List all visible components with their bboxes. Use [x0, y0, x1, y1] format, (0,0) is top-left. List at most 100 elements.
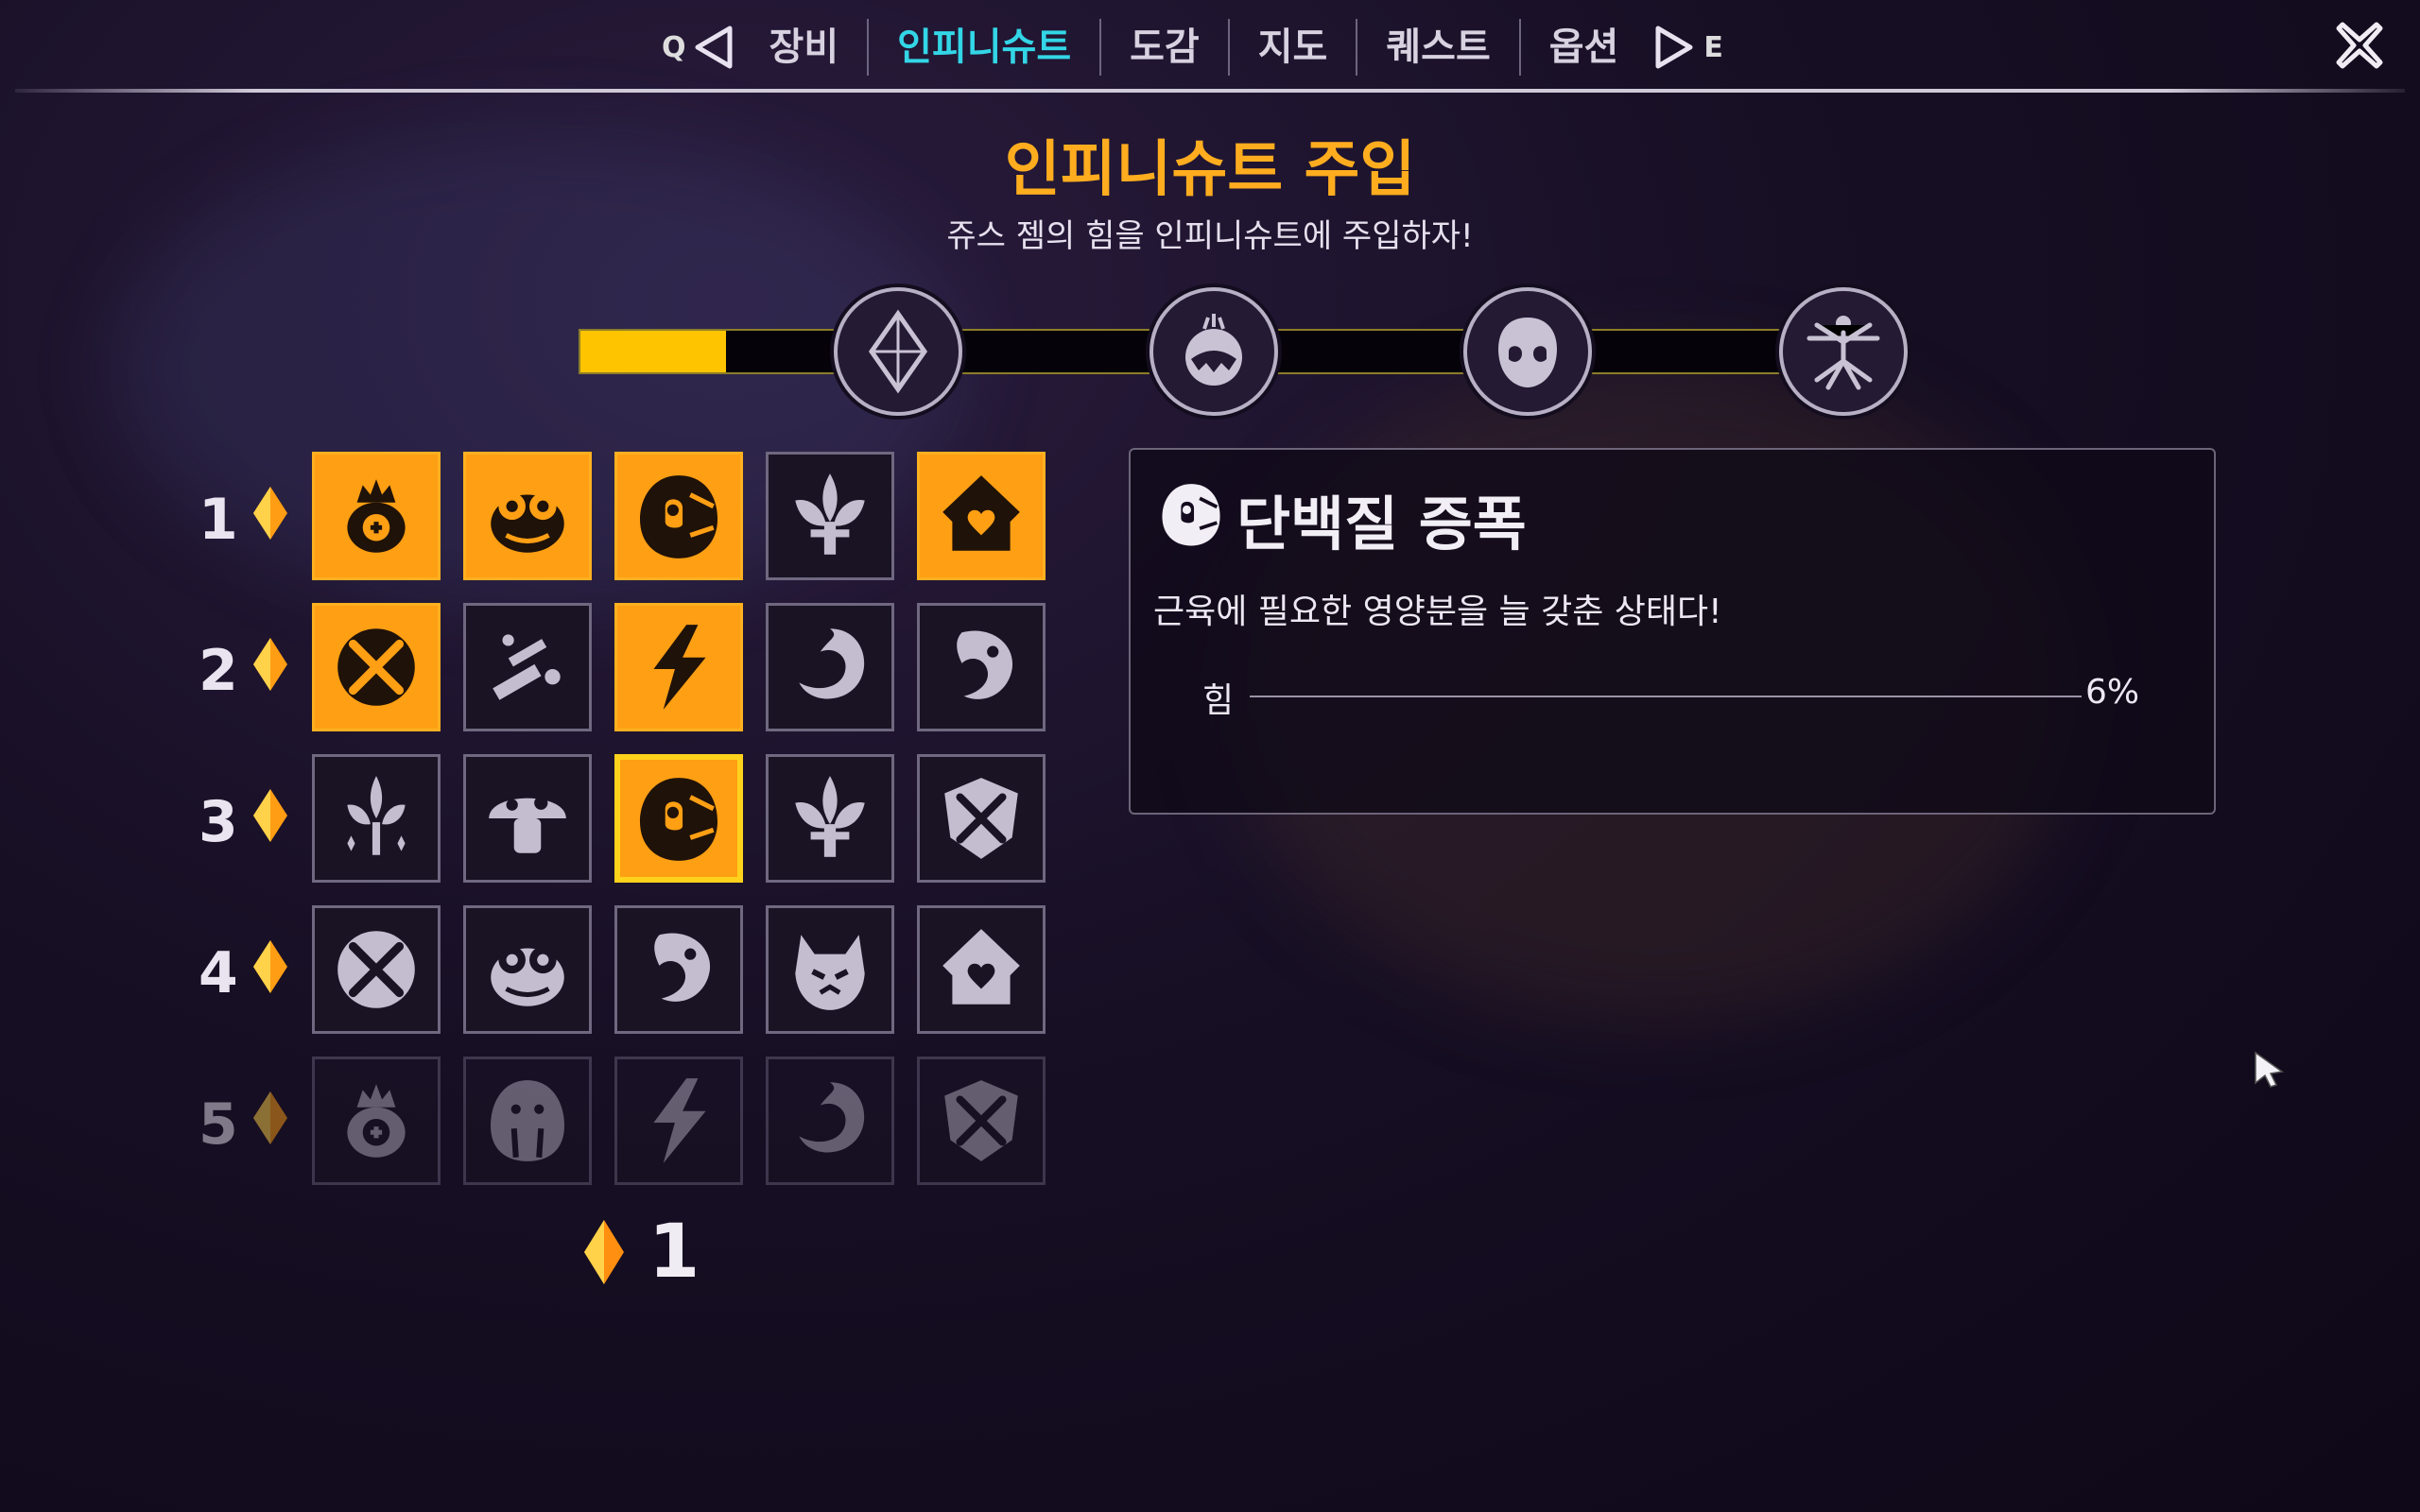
helmet-icon: [1162, 484, 1220, 546]
skill-cell-r1-c5[interactable]: [917, 452, 1046, 580]
row-number: 4: [199, 940, 238, 1006]
skill-cell-r4-c1[interactable]: [312, 905, 441, 1034]
row-number: 2: [199, 638, 238, 704]
skill-cell-r5-c1[interactable]: [312, 1057, 441, 1185]
skill-cell-r4-c2[interactable]: [463, 905, 592, 1034]
row-label-5: 5: [199, 1087, 293, 1162]
prev-arrow-icon[interactable]: [692, 25, 735, 70]
toad-icon: [491, 946, 564, 1006]
skill-title: 단백질 증폭: [1236, 490, 1527, 558]
helmet-icon: [640, 475, 718, 558]
skill-cell-r3-c3[interactable]: [614, 754, 743, 883]
juice-gem-icon: [584, 1220, 624, 1284]
skill-cell-r1-c1[interactable]: [312, 452, 441, 580]
milestone-node-2[interactable]: [1150, 287, 1278, 416]
milestone-node-1[interactable]: [834, 287, 962, 416]
skill-cell-r5-c4[interactable]: [766, 1057, 894, 1185]
tab-options[interactable]: 옵션: [1521, 17, 1648, 77]
skill-cell-r2-c5[interactable]: [917, 603, 1046, 731]
tab-equipment[interactable]: 장비: [741, 17, 868, 77]
helmet-icon: [640, 778, 718, 861]
fleur-icon: [795, 776, 865, 857]
skill-cell-r4-c5[interactable]: [917, 905, 1046, 1034]
stat-label: 힘: [1202, 681, 1235, 720]
heart-hood-icon: [942, 475, 1020, 551]
skill-cell-r1-c4[interactable]: [766, 452, 894, 580]
toad-icon: [491, 492, 564, 553]
beast-face-icon: [795, 935, 865, 1010]
page-title: 인피니슈트 주입: [1004, 135, 1416, 205]
swirl-icon: [799, 628, 865, 699]
skill-cell-r5-c5[interactable]: [917, 1057, 1046, 1185]
tab-quest[interactable]: 퀘스트: [1357, 17, 1518, 77]
skill-cell-r2-c2[interactable]: [463, 603, 592, 731]
skill-cell-r5-c3[interactable]: [614, 1057, 743, 1185]
juice-gem-icon: [250, 787, 291, 858]
gem-points-value: 1: [648, 1210, 700, 1295]
infusion-progress-fill: [580, 331, 726, 372]
row-number: 3: [199, 789, 238, 855]
next-key-hint: E: [1703, 30, 1723, 64]
monster-icon: [1185, 314, 1242, 386]
skill-description: 근육에 필요한 영양분을 늘 갖춘 상태다!: [1153, 593, 1722, 631]
dragon-icon: [654, 933, 711, 1002]
skill-cell-r2-c1[interactable]: [312, 603, 441, 731]
crossed-shield-icon: [944, 1080, 1018, 1161]
gem-icon: [868, 309, 928, 394]
crown-cross-icon: [347, 1084, 406, 1158]
row-number: 5: [199, 1091, 238, 1158]
tab-infinisuit[interactable]: 인피니슈트: [869, 17, 1099, 77]
debris-icon: [493, 634, 561, 700]
mushroom-icon: [489, 796, 566, 853]
prev-key-hint: Q: [662, 30, 686, 64]
juice-gem-icon: [250, 636, 291, 707]
row-label-2: 2: [199, 633, 293, 709]
skill-cell-r4-c4[interactable]: [766, 905, 894, 1034]
skill-cell-r1-c3[interactable]: [614, 452, 743, 580]
stat-divider: [1250, 696, 2082, 697]
nav-underline: [15, 89, 2405, 93]
close-icon[interactable]: [2333, 19, 2386, 72]
skill-cell-r3-c1[interactable]: [312, 754, 441, 883]
fleur-icon: [795, 473, 865, 555]
skill-cell-r2-c3[interactable]: [614, 603, 743, 731]
row-label-1: 1: [199, 482, 293, 558]
juice-gem-icon: [250, 938, 291, 1009]
row-label-4: 4: [199, 936, 293, 1011]
gem-points: 1: [580, 1210, 700, 1295]
milestone-node-3[interactable]: [1463, 287, 1592, 416]
juice-gem-icon: [250, 1090, 291, 1160]
lightning-icon: [653, 625, 706, 710]
skill-cell-r5-c2[interactable]: [463, 1057, 592, 1185]
skill-cell-r3-c2[interactable]: [463, 754, 592, 883]
heart-hood-icon: [942, 929, 1020, 1005]
page-subtitle: 쥬스 젬의 힘을 인피니슈트에 주입하자!: [946, 217, 1474, 255]
next-arrow-icon[interactable]: [1652, 25, 1696, 70]
skill-cell-r4-c3[interactable]: [614, 905, 743, 1034]
skill-cell-r2-c4[interactable]: [766, 603, 894, 731]
fleur-sparkle-icon: [347, 776, 406, 855]
top-nav-bar: Q 장비 인피니슈트 도감 지도 퀘스트 옵션 E: [0, 0, 2420, 91]
skill-detail-panel: 단백질 증폭 근육에 필요한 영양분을 늘 갖춘 상태다! 힘 6%: [1129, 448, 2216, 815]
tab-map[interactable]: 지도: [1230, 17, 1357, 77]
milestone-node-4[interactable]: [1779, 287, 1908, 416]
dragon-icon: [957, 630, 1013, 699]
fork-spoon-icon: [337, 628, 415, 706]
walrus-icon: [491, 1080, 564, 1161]
mouse-cursor-icon: [2255, 1051, 2284, 1088]
tab-encyclopedia[interactable]: 도감: [1101, 17, 1228, 77]
lightning-icon: [653, 1078, 706, 1163]
row-number: 1: [199, 487, 238, 553]
swirl-icon: [799, 1082, 865, 1153]
skill-cell-r3-c5[interactable]: [917, 754, 1046, 883]
row-label-3: 3: [199, 784, 293, 860]
mask-icon: [1498, 318, 1557, 387]
skill-cell-r1-c2[interactable]: [463, 452, 592, 580]
skill-cell-r3-c4[interactable]: [766, 754, 894, 883]
fork-spoon-icon: [337, 931, 415, 1008]
stat-value: 6%: [2085, 673, 2140, 712]
crown-cross-icon: [347, 479, 406, 553]
juice-gem-icon: [250, 485, 291, 556]
vitruvian-icon: [1806, 316, 1880, 390]
tab-strip: Q 장비 인피니슈트 도감 지도 퀘스트 옵션 E: [662, 17, 1723, 77]
